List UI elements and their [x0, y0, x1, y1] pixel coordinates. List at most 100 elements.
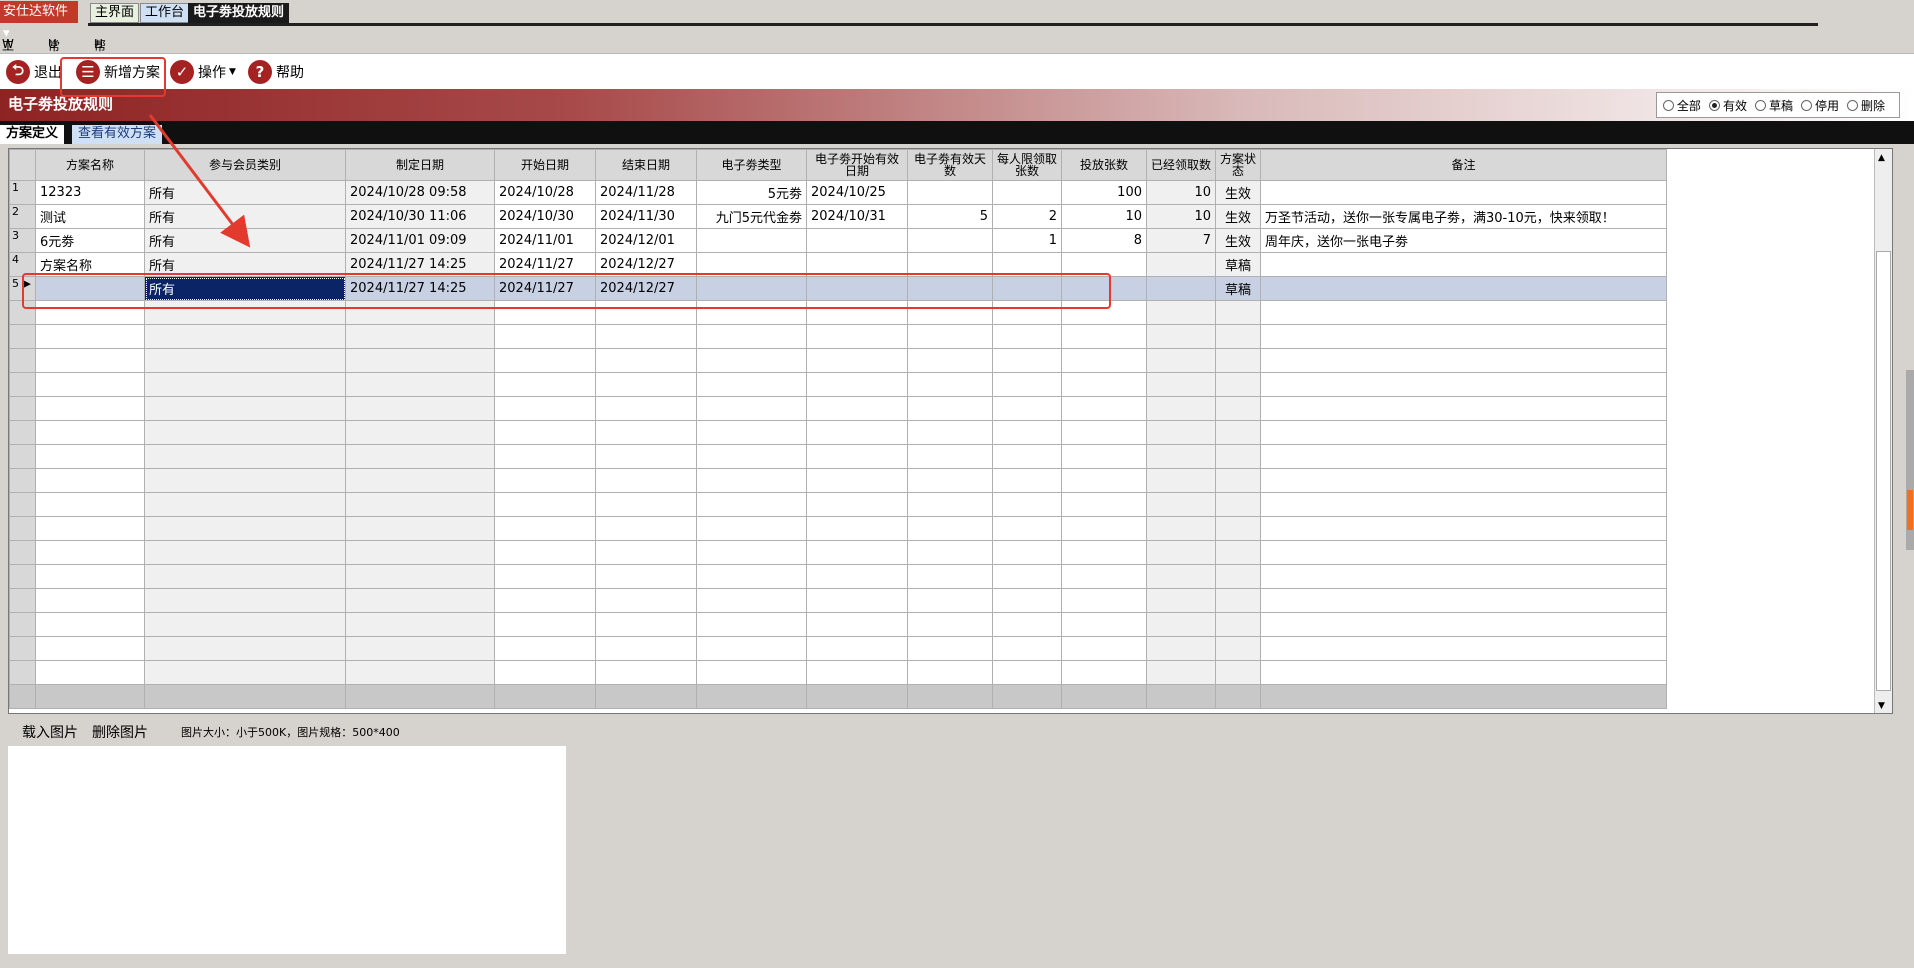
empty-cell[interactable]: [696, 420, 807, 445]
empty-cell[interactable]: [345, 372, 495, 397]
empty-cell[interactable]: [992, 348, 1062, 373]
empty-row[interactable]: [9, 492, 1668, 517]
empty-cell[interactable]: [992, 444, 1062, 469]
empty-cell[interactable]: [992, 372, 1062, 397]
column-header[interactable]: 备注: [1260, 149, 1668, 181]
empty-cell[interactable]: [1061, 396, 1147, 421]
empty-row[interactable]: [9, 564, 1668, 589]
empty-cell[interactable]: [907, 564, 993, 589]
empty-cell[interactable]: [907, 420, 993, 445]
empty-cell[interactable]: [1061, 492, 1147, 517]
empty-cell[interactable]: [35, 540, 145, 565]
empty-cell[interactable]: [1260, 636, 1668, 661]
empty-cell[interactable]: [1215, 516, 1262, 541]
empty-cell[interactable]: [1215, 588, 1262, 613]
column-header[interactable]: 开始日期: [494, 149, 596, 181]
column-header[interactable]: 电子劵类型: [696, 149, 807, 181]
empty-cell[interactable]: [494, 492, 596, 517]
filter-disabled[interactable]: 停用: [1800, 97, 1839, 114]
empty-cell[interactable]: [1145, 636, 1217, 661]
column-header[interactable]: 已经领取数: [1145, 149, 1217, 181]
empty-row[interactable]: [9, 348, 1668, 373]
empty-cell[interactable]: [144, 396, 346, 421]
empty-cell[interactable]: [696, 660, 807, 685]
cell-coupon-type[interactable]: [696, 228, 807, 253]
cell-member-type[interactable]: 所有: [144, 228, 346, 253]
empty-cell[interactable]: [696, 588, 807, 613]
empty-cell[interactable]: [907, 492, 993, 517]
cell-end-date[interactable]: 2024/11/30: [595, 204, 697, 229]
empty-cell[interactable]: [907, 588, 993, 613]
empty-cell[interactable]: [595, 516, 697, 541]
empty-cell[interactable]: [494, 444, 596, 469]
cell-per-person-limit[interactable]: [992, 180, 1062, 205]
empty-cell[interactable]: [1061, 660, 1147, 685]
filter-draft[interactable]: 草稿: [1754, 97, 1793, 114]
empty-cell[interactable]: [35, 372, 145, 397]
empty-cell[interactable]: [345, 420, 495, 445]
empty-cell[interactable]: [345, 660, 495, 685]
empty-cell[interactable]: [1061, 540, 1147, 565]
empty-cell[interactable]: [494, 612, 596, 637]
empty-cell[interactable]: [1260, 444, 1668, 469]
cell-coupon-type[interactable]: 5元劵: [696, 180, 807, 205]
empty-cell[interactable]: [595, 444, 697, 469]
empty-cell[interactable]: [345, 324, 495, 349]
tab-workbench[interactable]: 工作台: [140, 3, 190, 23]
empty-cell[interactable]: [1260, 612, 1668, 637]
empty-cell[interactable]: [595, 612, 697, 637]
empty-cell[interactable]: [1260, 324, 1668, 349]
cell-remark[interactable]: [1260, 180, 1668, 205]
empty-row[interactable]: [9, 612, 1668, 637]
empty-cell[interactable]: [494, 588, 596, 613]
table-row[interactable]: 1 12323 所有 2024/10/28 09:58 2024/10/28 2…: [9, 180, 1668, 205]
empty-cell[interactable]: [1061, 444, 1147, 469]
empty-cell[interactable]: [992, 588, 1062, 613]
empty-cell[interactable]: [1061, 348, 1147, 373]
empty-cell[interactable]: [35, 564, 145, 589]
empty-cell[interactable]: [992, 516, 1062, 541]
empty-cell[interactable]: [1260, 564, 1668, 589]
empty-cell[interactable]: [992, 636, 1062, 661]
empty-cell[interactable]: [1260, 300, 1668, 325]
brand-menu-button[interactable]: 安仕达软件 ▾: [0, 1, 78, 41]
column-header[interactable]: 电子劵有效天数: [907, 149, 993, 181]
empty-row[interactable]: [9, 516, 1668, 541]
vertical-scrollbar[interactable]: ▲ ▼: [1874, 149, 1892, 713]
empty-cell[interactable]: [595, 636, 697, 661]
empty-cell[interactable]: [345, 444, 495, 469]
empty-cell[interactable]: [907, 372, 993, 397]
empty-cell[interactable]: [144, 516, 346, 541]
empty-cell[interactable]: [907, 348, 993, 373]
scroll-thumb[interactable]: [1876, 251, 1891, 691]
empty-cell[interactable]: [806, 612, 908, 637]
empty-cell[interactable]: [696, 348, 807, 373]
empty-cell[interactable]: [806, 516, 908, 541]
empty-cell[interactable]: [907, 612, 993, 637]
empty-cell[interactable]: [696, 468, 807, 493]
empty-cell[interactable]: [345, 396, 495, 421]
empty-cell[interactable]: [1145, 420, 1217, 445]
empty-cell[interactable]: [345, 636, 495, 661]
operations-button[interactable]: ✓ 操作 ▼: [170, 59, 236, 85]
empty-cell[interactable]: [1061, 420, 1147, 445]
cell-per-person-limit[interactable]: 2: [992, 204, 1062, 229]
empty-cell[interactable]: [1145, 516, 1217, 541]
filter-valid[interactable]: 有效: [1708, 97, 1747, 114]
empty-cell[interactable]: [144, 636, 346, 661]
empty-cell[interactable]: [345, 516, 495, 541]
empty-cell[interactable]: [1260, 660, 1668, 685]
table-row[interactable]: 2 测试 所有 2024/10/30 11:06 2024/10/30 2024…: [9, 204, 1668, 229]
empty-cell[interactable]: [1260, 516, 1668, 541]
empty-cell[interactable]: [35, 588, 145, 613]
empty-cell[interactable]: [1215, 396, 1262, 421]
empty-cell[interactable]: [806, 372, 908, 397]
empty-cell[interactable]: [1145, 612, 1217, 637]
column-header[interactable]: 方案状态: [1215, 149, 1262, 181]
empty-cell[interactable]: [35, 636, 145, 661]
cell-created-date[interactable]: 2024/10/30 11:06: [345, 204, 495, 229]
load-image-button[interactable]: 载入图片: [22, 722, 78, 742]
cell-valid-start[interactable]: 2024/10/25: [806, 180, 908, 205]
empty-cell[interactable]: [494, 420, 596, 445]
empty-cell[interactable]: [696, 540, 807, 565]
